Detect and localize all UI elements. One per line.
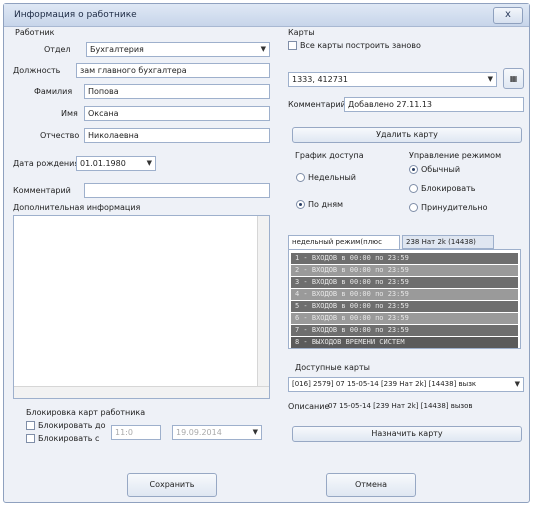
show-all-checkbox[interactable]: [288, 41, 297, 50]
position-field[interactable]: зам главного бухгалтера: [76, 63, 270, 78]
department-value: Бухгалтерия: [90, 45, 144, 54]
schedule-rows: 1 - ВХОДОВ в 00:00 по 23:59 2 - ВХОДОВ в…: [289, 250, 520, 348]
card-reader-icon: ▦: [509, 74, 518, 83]
card-comment-field[interactable]: Добавлено 27.11.13: [344, 97, 524, 112]
assign-card-button[interactable]: Назначить карту: [292, 426, 522, 442]
block-from-label: Блокировать с: [38, 434, 100, 443]
description-label: Описание: [288, 402, 330, 411]
card-action-button[interactable]: ▦: [503, 68, 524, 89]
schedule-row[interactable]: 4 - ВХОДОВ в 00:00 по 23:59: [291, 289, 518, 300]
card-select[interactable]: 1333, 412731 ▼: [288, 72, 497, 87]
name-field[interactable]: Оксана: [84, 106, 270, 121]
radio-block[interactable]: [409, 184, 418, 193]
schedule-row[interactable]: 1 - ВХОДОВ в 00:00 по 23:59: [291, 253, 518, 264]
cancel-button-label: Отмена: [354, 480, 388, 489]
close-icon: x: [505, 9, 511, 20]
department-label: Отдел: [44, 45, 71, 54]
block-from-checkbox[interactable]: [26, 434, 35, 443]
schedule-row[interactable]: 5 - ВХОДОВ в 00:00 по 23:59: [291, 301, 518, 312]
block-time-value: 11:0: [115, 428, 133, 437]
card-comment-value: Добавлено 27.11.13: [348, 100, 433, 109]
surname-field[interactable]: Попова: [84, 84, 270, 99]
department-select[interactable]: Бухгалтерия ▼: [86, 42, 270, 57]
chevron-down-icon: ▼: [487, 75, 493, 83]
radio-normal-label: Обычный: [421, 165, 461, 174]
radio-block-label: Блокировать: [421, 184, 476, 193]
radio-weekly[interactable]: [296, 173, 305, 182]
chevron-down-icon: ▼: [146, 159, 152, 167]
chevron-down-icon: ▼: [260, 45, 266, 53]
surname-label: Фамилия: [34, 87, 73, 96]
title-bar: Информация о работнике x: [4, 4, 529, 27]
tab-card-mode[interactable]: 238 Нат 2k (14438): [402, 235, 494, 249]
patronymic-value: Николаевна: [88, 131, 139, 140]
block-date-picker[interactable]: 19.09.2014 ▼: [172, 425, 262, 440]
block-until-checkbox[interactable]: [26, 421, 35, 430]
card-comment-label: Комментарий: [288, 100, 346, 109]
radio-forced[interactable]: [409, 203, 418, 212]
access-schedule-label: График доступа: [295, 151, 364, 160]
tab-weekly-mode-label: недельный режим(плюс: [292, 238, 382, 246]
radio-normal[interactable]: [409, 165, 418, 174]
window-title: Информация о работнике: [14, 10, 137, 20]
radio-weekly-label: Недельный: [308, 173, 356, 182]
employee-section-label: Работник: [15, 28, 55, 37]
available-cards-label: Доступные карты: [295, 363, 370, 372]
schedule-row[interactable]: 3 - ВХОДОВ в 00:00 по 23:59: [291, 277, 518, 288]
tab-weekly-mode[interactable]: недельный режим(плюс: [288, 235, 400, 249]
comment-label: Комментарий: [13, 186, 71, 195]
assign-card-label: Назначить карту: [371, 429, 443, 438]
block-until-label: Блокировать до: [38, 421, 106, 430]
cards-section-label: Карты: [288, 28, 315, 37]
show-all-label: Все карты построить заново: [300, 41, 421, 50]
schedule-row[interactable]: 6 - ВХОДОВ в 00:00 по 23:59: [291, 313, 518, 324]
patronymic-label: Отчество: [40, 131, 80, 140]
dialog-window: Информация о работнике x Работник Отдел …: [3, 3, 530, 503]
birthdate-picker[interactable]: 01.01.1980 ▼: [76, 156, 156, 171]
block-time-field[interactable]: 11:0: [111, 425, 161, 440]
radio-forced-label: Принудительно: [421, 203, 488, 212]
chevron-down-icon: ▼: [514, 380, 520, 388]
mode-control-label: Управление режимом: [409, 151, 502, 160]
save-button[interactable]: Сохранить: [127, 473, 217, 497]
surname-value: Попова: [88, 87, 119, 96]
patronymic-field[interactable]: Николаевна: [84, 128, 270, 143]
schedule-row[interactable]: 7 - ВХОДОВ в 00:00 по 23:59: [291, 325, 518, 336]
birthdate-label: Дата рождения: [13, 159, 80, 168]
description-value: 07 15-05-14 [239 Нат 2k] [14438] вызов: [328, 402, 473, 410]
schedule-list[interactable]: 1 - ВХОДОВ в 00:00 по 23:59 2 - ВХОДОВ в…: [288, 249, 521, 349]
available-cards-select[interactable]: [016] 2579] 07 15-05-14 [239 Нат 2k] [14…: [288, 377, 524, 392]
name-value: Оксана: [88, 109, 119, 118]
position-value: зам главного бухгалтера: [80, 66, 187, 75]
extra-info-textarea[interactable]: [13, 215, 270, 399]
remove-card-button[interactable]: Удалить карту: [292, 127, 522, 143]
save-button-label: Сохранить: [149, 480, 195, 489]
extra-info-label: Дополнительная информация: [13, 203, 141, 212]
position-label: Должность: [13, 66, 61, 75]
tab-card-mode-label: 238 Нат 2k (14438): [406, 238, 476, 246]
horizontal-scrollbar[interactable]: [14, 386, 269, 398]
cancel-button[interactable]: Отмена: [326, 473, 416, 497]
schedule-row[interactable]: 2 - ВХОДОВ в 00:00 по 23:59: [291, 265, 518, 276]
available-cards-value: [016] 2579] 07 15-05-14 [239 Нат 2k] [14…: [292, 380, 477, 388]
remove-card-label: Удалить карту: [376, 130, 438, 139]
birthdate-value: 01.01.1980: [80, 159, 126, 168]
block-section-label: Блокировка карт работника: [26, 408, 146, 417]
radio-daily-label: По дням: [308, 200, 344, 209]
block-date-value: 19.09.2014: [176, 428, 222, 437]
radio-daily[interactable]: [296, 200, 305, 209]
chevron-down-icon: ▼: [252, 428, 258, 436]
schedule-row[interactable]: 8 - ВЫХОДОВ ВРЕМЕНИ СИСТЕМ: [291, 337, 518, 348]
vertical-scrollbar[interactable]: [257, 216, 269, 387]
name-label: Имя: [61, 109, 78, 118]
close-button[interactable]: x: [493, 7, 523, 24]
comment-field[interactable]: [84, 183, 270, 198]
card-value: 1333, 412731: [292, 75, 348, 84]
